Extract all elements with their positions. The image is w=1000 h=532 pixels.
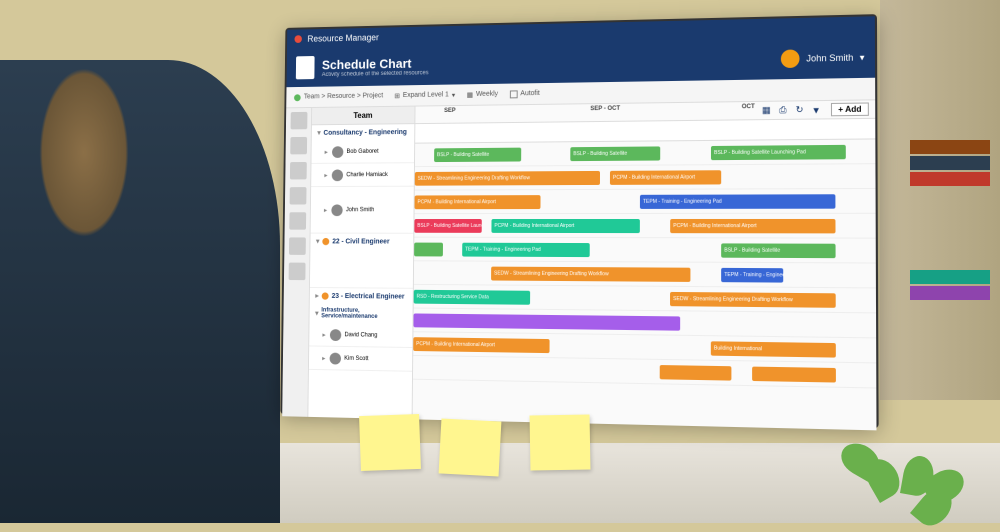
task-bar[interactable]: BSLP - Building Satellite — [434, 148, 521, 162]
chevron-down-icon: ▾ — [317, 129, 320, 137]
task-bar[interactable]: BSLP - Building Satellite — [721, 243, 835, 258]
task-bar[interactable]: PCPM - Building International Airport — [413, 337, 549, 353]
task-bar[interactable] — [752, 367, 836, 383]
gantt-row: SEDW - Streamlining Engineering Drafting… — [414, 261, 876, 288]
gantt-row: BSLP - Building Satellite BSLP - Buildin… — [415, 139, 876, 167]
team-group[interactable]: ▾Infrastructure, Service/maintenance — [309, 304, 412, 325]
avatar-icon — [332, 146, 343, 158]
team-column-header: Team — [312, 107, 415, 126]
team-group[interactable]: ▸⬤23 - Electrical Engineer — [310, 288, 413, 305]
user-name: John Smith — [806, 52, 853, 63]
print-icon[interactable]: ⎙ — [777, 104, 789, 116]
avatar-icon — [329, 352, 340, 364]
chevron-right-icon: ▸ — [324, 171, 327, 179]
page-subtitle: Activity schedule of the selected resour… — [322, 70, 429, 78]
team-resource-row[interactable]: ▸Kim Scott — [309, 346, 412, 371]
chevron-right-icon: ▸ — [322, 331, 325, 339]
plant-decoration — [840, 363, 980, 523]
task-bar[interactable] — [660, 365, 732, 381]
task-bar[interactable] — [414, 243, 443, 257]
sidebar-item-workflow[interactable] — [288, 237, 305, 254]
page-icon — [296, 56, 315, 79]
calendar-icon: ▦ — [467, 91, 473, 99]
chevron-right-icon: ▸ — [324, 206, 327, 214]
task-bar[interactable]: PCPM - Building International Airport — [610, 170, 721, 185]
checkbox-icon — [510, 90, 518, 98]
user-avatar-icon — [781, 49, 800, 68]
team-resource-row[interactable]: ▸David Chang — [309, 323, 412, 348]
task-bar[interactable]: SEDW - Streamlining Engineering Drafting… — [491, 267, 690, 282]
task-bar[interactable]: PCPM - Building International Airport — [491, 219, 639, 233]
sticky-note — [530, 414, 591, 470]
sidebar-item-service[interactable] — [289, 187, 306, 204]
task-bar[interactable]: TEPM - Training - Engineering Pad — [640, 194, 836, 209]
team-resource-row[interactable]: ▸Charlie Hamiack — [311, 163, 414, 187]
user-menu[interactable]: John Smith ▾ — [781, 48, 864, 68]
team-panel: Team ▾Consultancy - Engineering ▸Bob Gab… — [308, 107, 415, 420]
team-group[interactable]: ▾Consultancy - Engineering — [312, 124, 415, 141]
sidebar-item-tasks[interactable] — [289, 212, 306, 229]
team-resource-row[interactable] — [310, 249, 413, 289]
expand-level-dropdown[interactable]: ⊞ Expand Level 1 ▾ — [394, 91, 455, 100]
avatar-icon — [331, 204, 342, 216]
nav-sidebar — [282, 108, 312, 417]
calendar-icon[interactable]: ▦ — [760, 104, 772, 116]
task-bar[interactable]: BSLP - Building Satellite — [570, 146, 660, 161]
sticky-note — [439, 418, 502, 476]
refresh-icon[interactable]: ↻ — [793, 104, 806, 116]
team-resource-row[interactable]: ▸Bob Gaboret — [311, 140, 414, 164]
app-icon — [294, 35, 301, 43]
view-dropdown[interactable]: ▦ Weekly — [467, 90, 498, 98]
sidebar-item-schedule[interactable] — [290, 112, 307, 130]
task-bar[interactable]: Building International — [711, 341, 836, 357]
chevron-down-icon: ▾ — [452, 91, 455, 99]
gantt-row: PCPM - Building International Airport TE… — [414, 189, 875, 214]
task-bar[interactable]: BSLP - Building Satellite Launching Pad — [711, 145, 846, 160]
add-button[interactable]: + Add — [831, 102, 869, 116]
task-bar[interactable]: TEPM - Training - Engineering Pad — [462, 243, 590, 257]
task-bar[interactable]: BSLP - Building Satellite Launching Pad — [414, 219, 481, 233]
task-bar[interactable] — [413, 313, 680, 330]
team-group[interactable]: ▾⬤22 - Civil Engineer — [310, 234, 413, 250]
gantt-row: BSLP - Building Satellite Launching Pad … — [414, 214, 875, 239]
chevron-right-icon: ▸ — [325, 148, 328, 156]
autofit-checkbox[interactable]: Autofit — [510, 90, 540, 98]
avatar-icon — [331, 169, 342, 181]
sidebar-item-resource-types[interactable] — [289, 162, 306, 179]
sticky-note — [359, 414, 421, 471]
breadcrumb[interactable]: ⬤ Team > Resource > Project — [294, 92, 383, 101]
expand-icon: ⊞ — [394, 92, 400, 100]
chevron-down-icon: ▾ — [316, 237, 319, 245]
team-resource-row[interactable]: ▸John Smith — [311, 187, 414, 234]
chevron-right-icon: ▸ — [322, 354, 325, 362]
task-bar[interactable]: RSD - Restructuring Service Data — [414, 290, 530, 305]
chevron-down-icon: ▾ — [315, 309, 318, 317]
gantt-chart: ▦ ⎙ ↻ ▼ + Add SEP SEP - OCT OCT BSLP - B… — [413, 100, 877, 430]
gantt-row: TEPM - Training - Engineering Pad BSLP -… — [414, 238, 876, 264]
window-title: Resource Manager — [307, 32, 379, 43]
task-bar[interactable]: PCPM - Building International Airport — [415, 195, 541, 209]
avatar-icon — [329, 329, 340, 341]
chevron-right-icon: ▸ — [315, 292, 318, 300]
filter-icon[interactable]: ▼ — [810, 104, 823, 116]
sidebar-item-browse[interactable] — [290, 137, 307, 154]
gantt-row: SEDW - Streamlining Engineering Drafting… — [415, 164, 876, 190]
task-bar[interactable]: TEPM - Training - Engineering Pad — [721, 268, 783, 283]
task-bar[interactable]: SEDW - Streamlining Engineering Drafting… — [670, 292, 836, 308]
sidebar-item-board[interactable] — [288, 263, 305, 281]
task-bar[interactable]: SEDW - Streamlining Engineering Drafting… — [415, 171, 600, 186]
task-bar[interactable]: PCPM - Building International Airport — [670, 219, 835, 233]
chevron-down-icon: ▾ — [860, 52, 865, 63]
